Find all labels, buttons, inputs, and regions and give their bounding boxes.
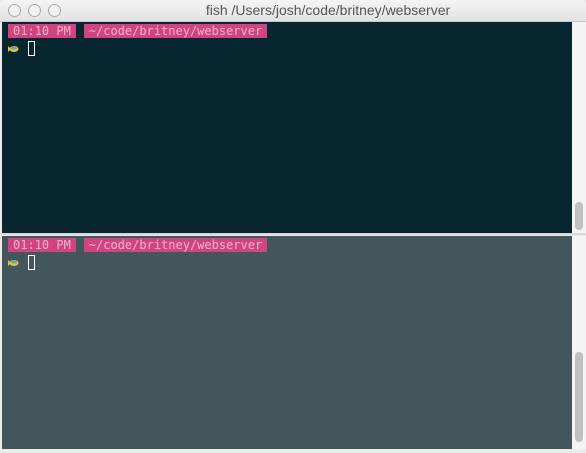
pane-divider[interactable] <box>0 233 586 235</box>
scrollbar-thumb[interactable] <box>575 202 583 230</box>
fish-icon <box>8 45 19 52</box>
terminal-window: fish /Users/josh/code/britney/webserver … <box>0 0 586 453</box>
scrollbar-top[interactable] <box>572 22 586 233</box>
path-badge: ~/code/britney/webserver <box>83 24 268 38</box>
cursor <box>28 41 35 56</box>
terminal-pane-bottom[interactable]: 01:10 PM ~/code/britney/webserver <box>2 236 572 449</box>
time-badge: 01:10 PM <box>8 238 76 252</box>
fish-icon <box>8 259 19 266</box>
title-bar: fish /Users/josh/code/britney/webserver <box>0 0 586 22</box>
time-badge: 01:10 PM <box>8 24 76 38</box>
terminal-pane-top[interactable]: 01:10 PM ~/code/britney/webserver <box>2 22 572 233</box>
cursor <box>28 255 35 270</box>
window-title: fish /Users/josh/code/britney/webserver <box>205 2 451 18</box>
scrollbar-thumb[interactable] <box>575 352 583 442</box>
prompt: 01:10 PM ~/code/britney/webserver <box>8 24 268 38</box>
path-badge: ~/code/britney/webserver <box>83 238 268 252</box>
scrollbar-bottom[interactable] <box>572 236 586 449</box>
prompt: 01:10 PM ~/code/britney/webserver <box>8 238 268 252</box>
